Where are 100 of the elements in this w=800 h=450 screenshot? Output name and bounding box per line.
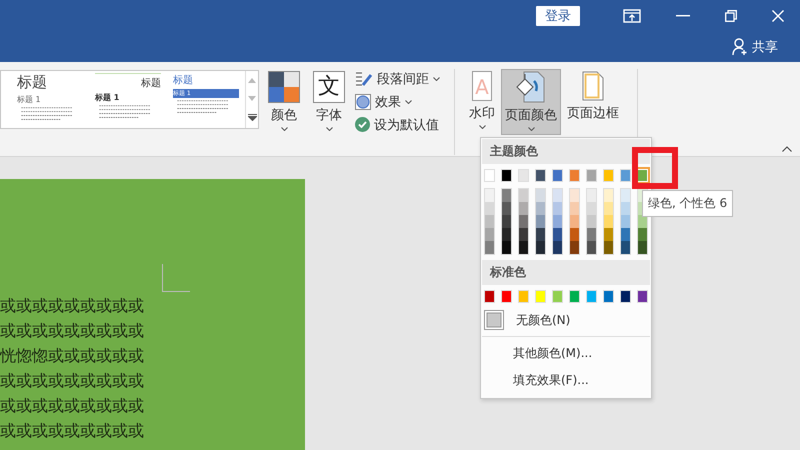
shade-swatch[interactable] (519, 241, 528, 254)
shade-swatch[interactable] (621, 241, 630, 254)
shade-swatch[interactable] (570, 228, 579, 241)
color-swatch[interactable] (501, 169, 512, 182)
share-button[interactable]: 共享 (732, 38, 778, 56)
color-swatch[interactable] (620, 290, 631, 303)
shade-swatch[interactable] (587, 189, 596, 202)
ribbon-button[interactable]: 段落间距 (355, 69, 440, 88)
color-swatch[interactable] (603, 290, 614, 303)
shade-swatch[interactable] (638, 215, 647, 228)
ribbon-display-icon[interactable] (623, 8, 641, 22)
color-swatch[interactable] (552, 169, 563, 182)
shade-swatch[interactable] (604, 215, 613, 228)
text-line: 或或或或或或或或或 (0, 395, 145, 417)
shade-swatch[interactable] (638, 228, 647, 241)
ribbon-button[interactable]: 文 字体 (309, 69, 349, 135)
color-swatch[interactable] (535, 290, 546, 303)
color-swatch[interactable] (569, 169, 580, 182)
shade-swatch[interactable] (502, 215, 511, 228)
more-icon[interactable] (248, 114, 256, 122)
section-header: 主题颜色 (482, 139, 650, 164)
text-line: 或或或或或或或或或 (0, 370, 145, 392)
color-scheme-icon (268, 71, 300, 103)
shade-swatch[interactable] (621, 215, 630, 228)
shade-swatch[interactable] (570, 189, 579, 202)
shade-swatch[interactable] (553, 189, 562, 202)
ribbon-button[interactable]: 页面边框 (563, 69, 623, 135)
checkmark-icon (355, 117, 370, 132)
minimize-icon[interactable] (676, 14, 690, 16)
shade-swatch[interactable] (621, 189, 630, 202)
color-swatch[interactable] (535, 169, 546, 182)
shade-swatch[interactable] (621, 202, 630, 215)
shade-swatch[interactable] (587, 215, 596, 228)
color-swatch[interactable] (586, 169, 597, 182)
color-swatch[interactable] (501, 290, 512, 303)
color-swatch[interactable] (586, 290, 597, 303)
ribbon-button[interactable]: A 水印 (465, 69, 499, 135)
shade-swatch[interactable] (570, 202, 579, 215)
shade-swatch[interactable] (502, 189, 511, 202)
ribbon-button[interactable]: 效果 (355, 92, 440, 111)
shade-swatch[interactable] (519, 202, 528, 215)
color-swatch[interactable] (484, 169, 495, 182)
style-thumbnail[interactable]: 标题 标题 1 (89, 71, 167, 128)
shade-swatch[interactable] (604, 228, 613, 241)
shade-swatch[interactable] (553, 202, 562, 215)
shade-swatch[interactable] (536, 189, 545, 202)
shade-swatch[interactable] (536, 202, 545, 215)
shade-swatch[interactable] (570, 241, 579, 254)
sign-in-button[interactable]: 登录 (536, 6, 580, 26)
restore-icon[interactable] (725, 10, 737, 22)
shade-swatch[interactable] (621, 228, 630, 241)
shade-swatch[interactable] (485, 215, 494, 228)
shade-swatch[interactable] (604, 202, 613, 215)
color-swatch[interactable] (603, 169, 614, 182)
shade-swatch[interactable] (485, 228, 494, 241)
ribbon-button[interactable]: 设为默认值 (355, 115, 440, 134)
shade-swatch[interactable] (536, 228, 545, 241)
shade-swatch[interactable] (553, 228, 562, 241)
shade-swatch[interactable] (587, 241, 596, 254)
shade-swatch[interactable] (587, 228, 596, 241)
color-swatch[interactable] (518, 290, 529, 303)
shade-swatch[interactable] (587, 202, 596, 215)
font-glyph-icon: 文 (313, 71, 345, 103)
shade-swatch[interactable] (638, 241, 647, 254)
collapse-ribbon-icon[interactable] (782, 146, 792, 152)
shade-swatch[interactable] (485, 189, 494, 202)
style-thumbnail[interactable]: 标题 标题 1 (1, 71, 89, 128)
accent-rule (95, 73, 161, 74)
shade-swatch[interactable] (485, 241, 494, 254)
no-color-icon (484, 310, 504, 330)
shade-swatch[interactable] (604, 189, 613, 202)
page-border-icon (582, 71, 604, 101)
shade-swatch[interactable] (502, 241, 511, 254)
menu-item[interactable]: 无颜色(N) (481, 307, 651, 333)
color-swatch[interactable] (552, 290, 563, 303)
shade-swatch[interactable] (502, 228, 511, 241)
color-swatch[interactable] (620, 169, 631, 182)
shade-swatch[interactable] (536, 241, 545, 254)
shade-swatch[interactable] (604, 241, 613, 254)
shade-swatch[interactable] (570, 215, 579, 228)
shade-swatch[interactable] (519, 189, 528, 202)
color-swatch[interactable] (518, 169, 529, 182)
shade-swatch[interactable] (485, 202, 494, 215)
color-swatch[interactable] (569, 290, 580, 303)
scroll-down-icon[interactable] (248, 96, 256, 101)
ribbon-button[interactable]: 页面颜色 (501, 69, 561, 135)
shade-swatch[interactable] (536, 215, 545, 228)
menu-item[interactable]: 其他颜色(M)... (481, 340, 651, 367)
color-swatch[interactable] (484, 290, 495, 303)
ribbon-button[interactable]: 颜色 (264, 69, 304, 135)
shade-swatch[interactable] (502, 202, 511, 215)
menu-item[interactable]: 填充效果(F)... (481, 367, 651, 394)
close-icon[interactable] (772, 10, 784, 22)
shade-swatch[interactable] (553, 241, 562, 254)
shade-swatch[interactable] (519, 228, 528, 241)
gallery-scroll[interactable] (245, 71, 258, 128)
shade-swatch[interactable] (519, 215, 528, 228)
shade-swatch[interactable] (553, 215, 562, 228)
scroll-up-icon[interactable] (248, 78, 256, 83)
color-swatch[interactable] (637, 290, 648, 303)
